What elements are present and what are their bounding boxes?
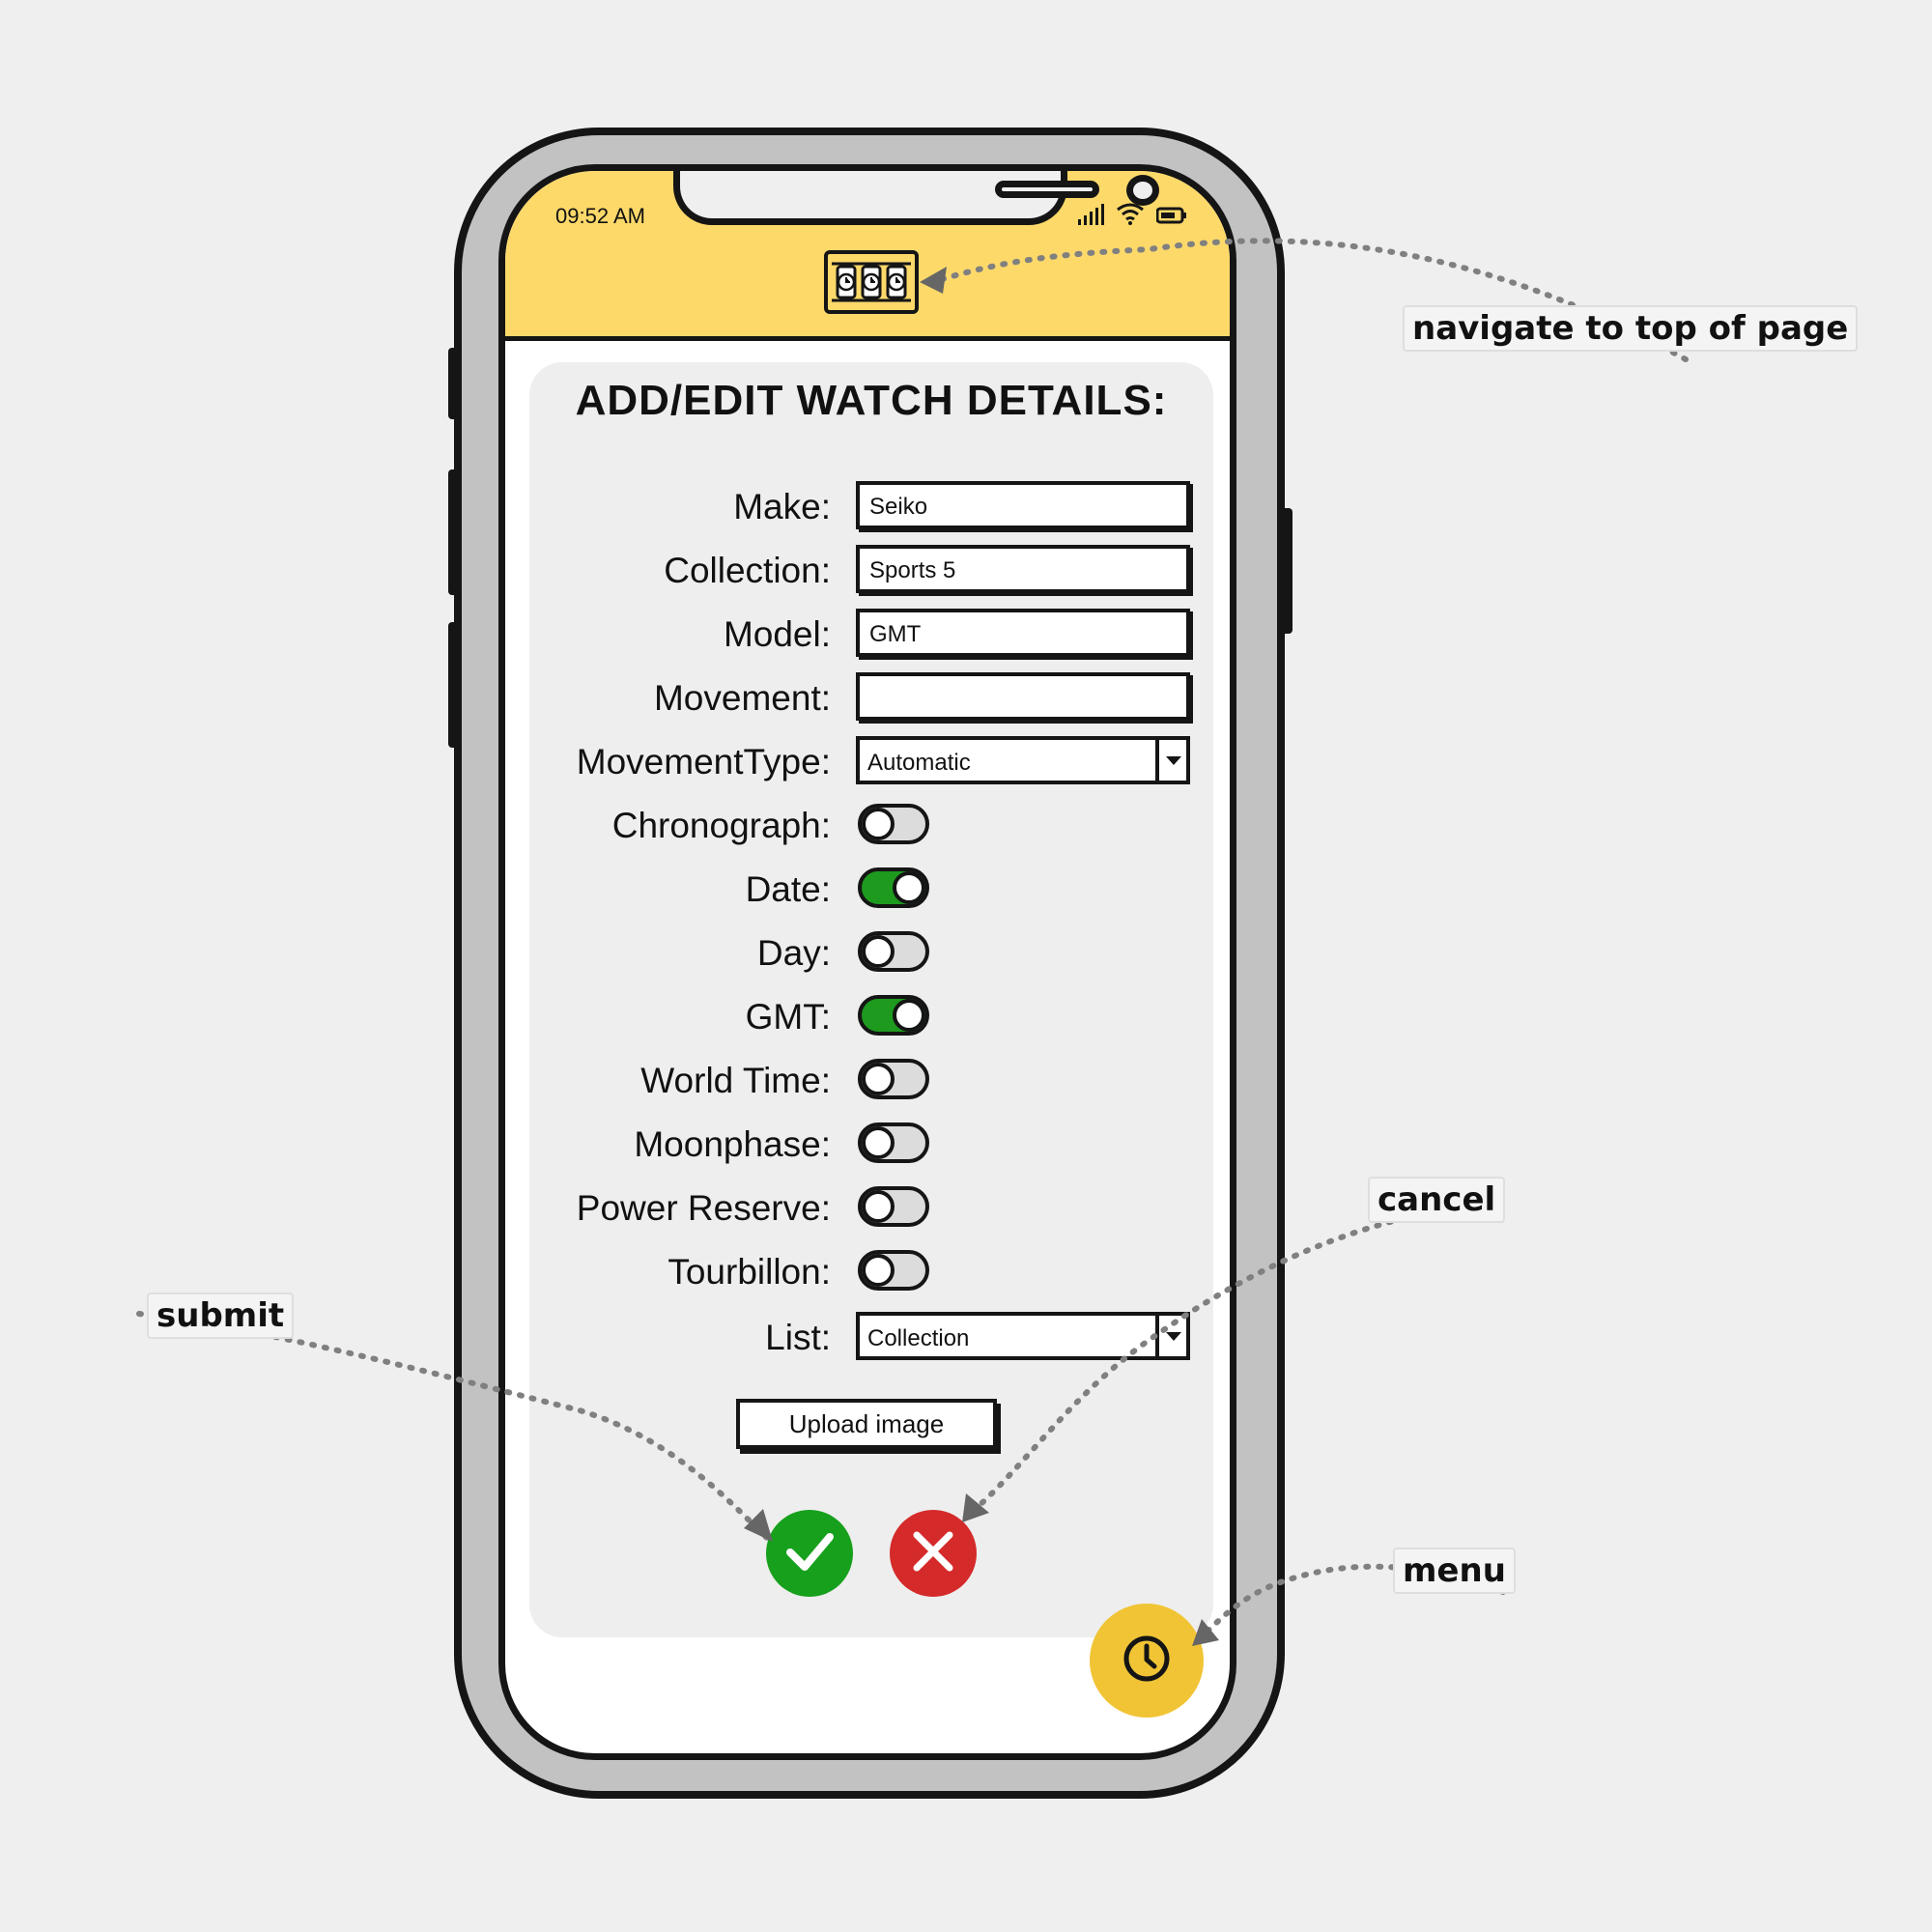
power-reserve-label: Power Reserve: xyxy=(576,1188,831,1228)
day-toggle[interactable] xyxy=(858,931,929,972)
date-label: Date: xyxy=(745,869,831,909)
movement-type-value: Automatic xyxy=(867,750,971,776)
gmt-toggle[interactable] xyxy=(858,995,929,1036)
check-icon xyxy=(781,1522,838,1584)
toggle-knob xyxy=(862,1126,895,1159)
watch-box-icon[interactable] xyxy=(824,250,919,314)
make-input[interactable]: Seiko xyxy=(856,481,1190,529)
cancel-button[interactable] xyxy=(890,1510,977,1597)
toggle-row: World Time: xyxy=(529,1053,1213,1107)
phone-side-button xyxy=(448,348,462,419)
upload-image-button[interactable]: Upload image xyxy=(736,1399,997,1449)
toggle-knob xyxy=(893,999,925,1032)
make-label: Make: xyxy=(733,487,831,526)
list-select[interactable]: Collection xyxy=(856,1312,1190,1360)
moonphase-label: Moonphase: xyxy=(634,1124,831,1164)
collection-label: Collection: xyxy=(664,551,831,590)
battery-icon xyxy=(1155,206,1187,229)
model-row: Model: GMT xyxy=(529,607,1213,661)
status-time: 09:52 AM xyxy=(555,204,645,228)
speaker-grille xyxy=(995,181,1099,198)
model-label: Model: xyxy=(723,614,831,654)
movement-input[interactable] xyxy=(856,672,1190,721)
toggle-row: Moonphase: xyxy=(529,1117,1213,1171)
annotation-submit: submit xyxy=(147,1293,295,1339)
phone-volume-down-button xyxy=(448,622,462,748)
toggle-knob xyxy=(862,1190,895,1223)
chronograph-toggle[interactable] xyxy=(858,804,929,844)
wifi-icon xyxy=(1116,202,1145,229)
movement-label: Movement: xyxy=(653,678,831,718)
status-icons xyxy=(1077,202,1187,229)
menu-fab-button[interactable] xyxy=(1090,1604,1204,1718)
collection-input[interactable]: Sports 5 xyxy=(856,545,1190,593)
gmt-label: GMT: xyxy=(745,997,831,1037)
toggle-row: Day: xyxy=(529,925,1213,980)
tourbillon-label: Tourbillon: xyxy=(668,1252,831,1292)
chevron-down-icon[interactable] xyxy=(1155,740,1186,781)
world-time-toggle[interactable] xyxy=(858,1059,929,1099)
annotation-navigate-top: navigate to top of page xyxy=(1403,305,1859,352)
tourbillon-toggle[interactable] xyxy=(858,1250,929,1291)
moonphase-toggle[interactable] xyxy=(858,1122,929,1163)
toggle-knob xyxy=(893,871,925,904)
day-label: Day: xyxy=(756,933,831,973)
phone-volume-up-button xyxy=(448,469,462,595)
toggle-row: Power Reserve: xyxy=(529,1180,1213,1235)
list-value: Collection xyxy=(867,1325,970,1351)
header-bar: 09:52 AM xyxy=(505,171,1230,341)
signal-icon xyxy=(1077,204,1104,229)
chronograph-label: Chronograph: xyxy=(611,806,831,845)
list-label: List: xyxy=(765,1318,831,1357)
annotation-cancel: cancel xyxy=(1368,1177,1506,1223)
toggle-row: Date: xyxy=(529,862,1213,916)
phone-notch xyxy=(673,171,1159,225)
movement-type-row: MovementType: Automatic xyxy=(529,734,1213,788)
toggle-row: Tourbillon: xyxy=(529,1244,1213,1298)
toggle-row: GMT: xyxy=(529,989,1213,1043)
annotation-menu: menu xyxy=(1393,1548,1516,1594)
close-icon xyxy=(909,1527,957,1579)
world-time-label: World Time: xyxy=(640,1061,831,1100)
toggle-knob xyxy=(862,1254,895,1287)
phone-power-button xyxy=(1279,508,1293,634)
model-input[interactable]: GMT xyxy=(856,609,1190,657)
toggle-knob xyxy=(862,808,895,840)
power-reserve-toggle[interactable] xyxy=(858,1186,929,1227)
collection-row: Collection: Sports 5 xyxy=(529,543,1213,597)
toggle-knob xyxy=(862,935,895,968)
movement-type-select[interactable]: Automatic xyxy=(856,736,1190,784)
make-row: Make: Seiko xyxy=(529,479,1213,533)
movement-type-label: MovementType: xyxy=(576,742,831,781)
chevron-down-icon[interactable] xyxy=(1155,1316,1186,1356)
date-toggle[interactable] xyxy=(858,867,929,908)
clock-icon xyxy=(1120,1632,1174,1690)
page-title: ADD/EDIT WATCH DETAILS: xyxy=(575,377,1168,424)
toggle-knob xyxy=(862,1063,895,1095)
toggle-row: Chronograph: xyxy=(529,798,1213,852)
submit-button[interactable] xyxy=(766,1510,853,1597)
list-row: List: Collection xyxy=(529,1310,1213,1364)
movement-row: Movement: xyxy=(529,670,1213,724)
